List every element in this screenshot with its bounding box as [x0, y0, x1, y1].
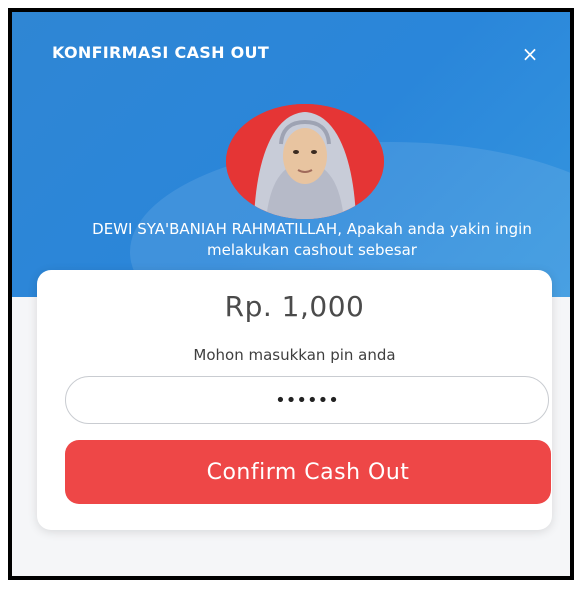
- cashout-amount: Rp. 1,000: [224, 290, 365, 323]
- close-icon[interactable]: ×: [518, 42, 542, 66]
- dialog-title: KONFIRMASI CASH OUT: [52, 43, 270, 62]
- user-photo: [226, 104, 384, 219]
- cashout-dialog: KONFIRMASI CASH OUT × DEWI SYA'BANIAH RA…: [8, 8, 574, 580]
- pin-input[interactable]: [65, 376, 549, 424]
- avatar: [226, 104, 384, 219]
- confirmation-message: DEWI SYA'BANIAH RAHMATILLAH, Apakah anda…: [92, 220, 532, 259]
- pin-label: Mohon masukkan pin anda: [193, 346, 396, 364]
- cashout-card: Rp. 1,000 Mohon masukkan pin anda Confir…: [37, 270, 552, 530]
- confirm-cashout-button[interactable]: Confirm Cash Out: [65, 440, 551, 504]
- dialog-header: KONFIRMASI CASH OUT × DEWI SYA'BANIAH RA…: [12, 12, 570, 297]
